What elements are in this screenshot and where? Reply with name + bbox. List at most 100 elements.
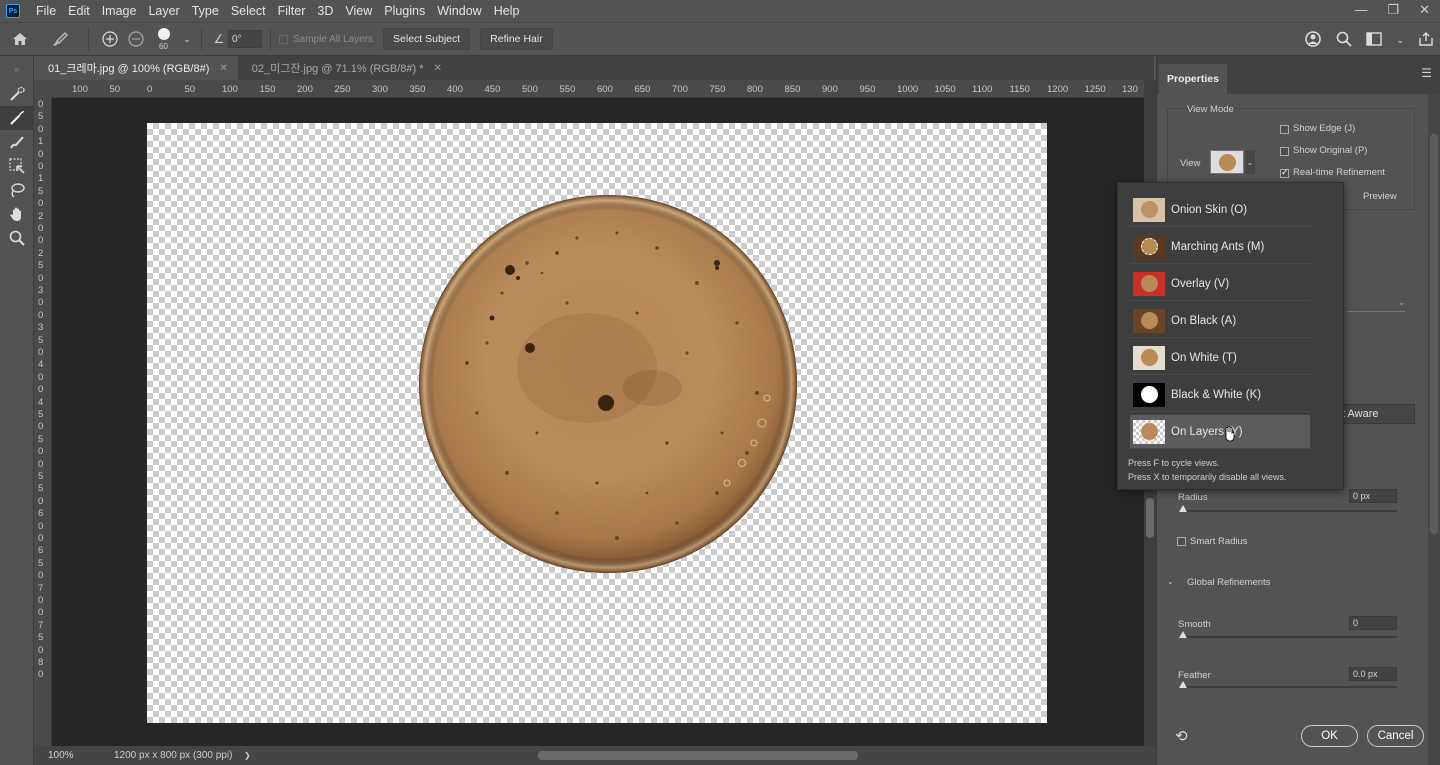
reset-icon[interactable]: ⟲ <box>1175 727 1188 745</box>
ruler-tick-label: 0 <box>38 533 44 544</box>
view-option-black-white[interactable]: Black & White (K) <box>1130 378 1310 412</box>
ruler-tick-label: 450 <box>484 84 501 95</box>
document-tab-1[interactable]: 01_크레마.jpg @ 100% (RGB/8#) ✕ <box>34 56 238 80</box>
search-icon[interactable] <box>1336 31 1353 50</box>
angle-input[interactable]: 0° <box>228 30 262 48</box>
user-help-icon[interactable] <box>1304 30 1322 51</box>
object-selection-tool-icon[interactable] <box>0 154 34 178</box>
view-option-on-black[interactable]: On Black (A) <box>1130 304 1310 338</box>
workspace-chevron-icon[interactable]: ⌄ <box>1396 35 1404 46</box>
collapse-chevron-icon[interactable]: ⌄ <box>1167 577 1174 586</box>
radius-input[interactable]: 0 px <box>1349 489 1397 503</box>
quick-selection-tool-icon[interactable] <box>0 82 34 106</box>
view-option-on-white[interactable]: On White (T) <box>1130 341 1310 375</box>
brush-tool-icon[interactable] <box>0 130 34 154</box>
chevron-down-icon[interactable]: ⌄ <box>181 34 193 45</box>
refine-brush-tool-icon[interactable] <box>40 31 80 47</box>
horizontal-ruler[interactable]: 100 50 0 50 100 150 200 250 300 350 400 450 500 550 60… <box>52 80 1144 98</box>
panel-menu-icon[interactable]: ☰ <box>1421 66 1432 80</box>
show-edge-checkbox[interactable] <box>1280 125 1289 134</box>
select-subject-button[interactable]: Select Subject <box>383 28 471 50</box>
smooth-input[interactable]: 0 <box>1349 616 1397 630</box>
ruler-tick-label: 1050 <box>934 84 956 95</box>
workspace-icon[interactable] <box>1366 31 1383 49</box>
menu-plugins[interactable]: Plugins <box>378 4 431 18</box>
ruler-tick-label: 850 <box>784 84 801 95</box>
tab-properties[interactable]: Properties <box>1159 64 1227 94</box>
menu-filter[interactable]: Filter <box>272 4 312 18</box>
overlay-thumbnail <box>1133 271 1165 296</box>
view-option-marching-ants[interactable]: Marching Ants (M) <box>1130 230 1310 264</box>
lasso-tool-icon[interactable] <box>0 178 34 202</box>
restore-icon[interactable]: ❐ <box>1387 2 1399 18</box>
close-tab-icon[interactable]: ✕ <box>219 63 227 74</box>
angle-icon: ∠ <box>213 32 225 46</box>
refine-edge-brush-tool-icon[interactable] <box>0 106 34 130</box>
menu-layer[interactable]: Layer <box>142 4 185 18</box>
options-bar: 60 ⌄ ∠ 0° Sample All Layers Select Subje… <box>0 22 1440 56</box>
canvas-workspace[interactable] <box>52 98 1144 746</box>
menu-type[interactable]: Type <box>186 4 225 18</box>
mode-dropdown[interactable]: ⌄ <box>1347 298 1405 312</box>
feather-slider[interactable] <box>1179 681 1397 688</box>
toolbar-collapse-icon[interactable]: » <box>0 56 33 82</box>
vertical-ruler[interactable]: 0501001502002503003504004505005506006507… <box>34 98 52 746</box>
status-chevron-icon[interactable]: ❯ <box>244 751 251 760</box>
menu-file[interactable]: File <box>30 4 62 18</box>
radius-slider[interactable] <box>1179 505 1397 512</box>
subtract-from-selection-icon[interactable] <box>123 31 149 47</box>
show-original-checkbox[interactable] <box>1280 147 1289 156</box>
view-option-on-layers[interactable]: On Layers (Y) <box>1130 415 1310 449</box>
ruler-tick-label: 2 <box>38 210 44 222</box>
refine-hair-button[interactable]: Refine Hair <box>480 28 553 50</box>
menu-view[interactable]: View <box>339 4 378 18</box>
menu-3d[interactable]: 3D <box>311 4 339 18</box>
ruler-tick-label: 0 <box>38 371 44 383</box>
panel-scrollbar[interactable] <box>1428 94 1440 765</box>
ruler-tick-label: 250 <box>334 84 351 95</box>
mouse-cursor-icon <box>1224 426 1236 445</box>
smart-radius-checkbox[interactable] <box>1177 537 1186 546</box>
share-icon[interactable] <box>1418 31 1434 50</box>
ruler-origin[interactable] <box>34 80 52 98</box>
vertical-scroll-thumb[interactable] <box>1146 498 1154 538</box>
sample-all-layers-checkbox[interactable] <box>279 34 288 44</box>
horizontal-scroll-thumb[interactable] <box>538 751 858 760</box>
global-refinements-heading[interactable]: Global Refinements <box>1187 577 1270 588</box>
close-tab-icon[interactable]: ✕ <box>434 63 442 74</box>
document-tab-2[interactable]: 02_미그잔.jpg @ 71.1% (RGB/8#) * ✕ <box>237 56 452 80</box>
ok-button[interactable]: OK <box>1301 725 1358 747</box>
ruler-tick-label: 0 <box>38 570 44 582</box>
zoom-tool-icon[interactable] <box>0 226 34 250</box>
brush-size-value: 60 <box>159 42 168 51</box>
hand-tool-icon[interactable] <box>0 202 34 226</box>
view-option-onion-skin[interactable]: Onion Skin (O) <box>1130 193 1310 227</box>
ruler-tick-label: 0 <box>38 595 44 606</box>
menu-window[interactable]: Window <box>431 4 487 18</box>
menu-help[interactable]: Help <box>488 4 526 18</box>
zoom-level[interactable]: 100% <box>48 750 114 761</box>
menu-image[interactable]: Image <box>96 4 143 18</box>
ruler-tick-label: 130 <box>1122 84 1138 95</box>
close-icon[interactable]: ✕ <box>1419 2 1430 18</box>
ruler-tick-label: 0 <box>147 84 153 95</box>
add-to-selection-icon[interactable] <box>97 31 123 47</box>
document-canvas[interactable] <box>147 123 1047 723</box>
menu-edit[interactable]: Edit <box>62 4 96 18</box>
sample-all-layers-label: Sample All Layers <box>293 33 374 45</box>
ruler-tick-label: 0 <box>38 446 44 458</box>
feather-input[interactable]: 0.0 px <box>1349 667 1397 681</box>
cancel-button[interactable]: Cancel <box>1367 725 1424 747</box>
photoshop-logo-icon: Ps <box>6 4 20 18</box>
smooth-slider[interactable] <box>1179 631 1397 638</box>
view-option-overlay[interactable]: Overlay (V) <box>1130 267 1310 301</box>
view-dropdown-chevron-icon[interactable]: ⌄ <box>1245 150 1255 174</box>
marching-ants-thumbnail <box>1133 234 1165 259</box>
output-content-aware-field[interactable]: t Aware <box>1337 404 1415 424</box>
brush-size-picker[interactable]: 60 <box>149 24 181 54</box>
home-icon[interactable] <box>0 32 40 46</box>
realtime-refinement-checkbox[interactable] <box>1280 167 1289 178</box>
view-thumbnail[interactable] <box>1210 150 1244 174</box>
menu-select[interactable]: Select <box>225 4 272 18</box>
minimize-icon[interactable]: — <box>1354 2 1367 18</box>
